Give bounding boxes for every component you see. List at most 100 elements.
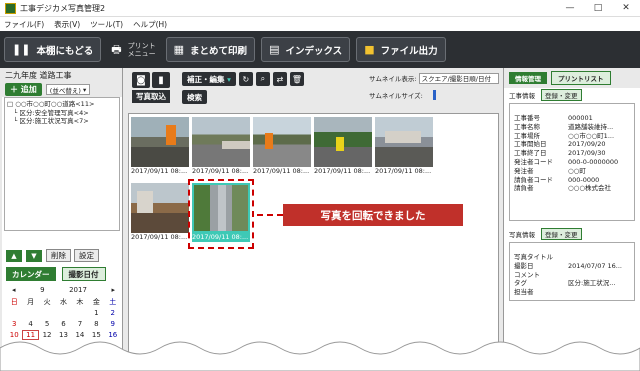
sd-card-icon: ▮ [152, 72, 170, 88]
tree-item-construction[interactable]: └ 区分:施工状況写真<7> [7, 117, 117, 126]
zoom-icon[interactable]: ⌕ [255, 72, 270, 86]
calendar-day[interactable]: 9 [105, 320, 121, 328]
tree-item-safety[interactable]: └ 区分:安全管理写真<4> [7, 109, 117, 118]
move-up-button[interactable]: ▲ [6, 249, 22, 262]
calendar-day[interactable]: 8 [88, 320, 104, 328]
menu-tools[interactable]: ツール(T) [90, 19, 123, 30]
trash-icon[interactable]: 🗑 [289, 72, 304, 86]
import-photos-button[interactable]: ◙ ▮ 写真取込 [128, 72, 174, 108]
settings-button[interactable]: 設定 [74, 249, 99, 262]
search-button[interactable]: 検索 [182, 90, 207, 104]
calendar-week: 1 2 [6, 307, 121, 318]
info-value: 000-0000 [568, 175, 600, 184]
index-button[interactable]: ▤ インデックス [261, 37, 351, 62]
calendar-day[interactable]: 1 [88, 309, 104, 317]
info-row: 写真タイトル [514, 253, 630, 262]
edit-button[interactable]: 補正・編集 ▾ [182, 72, 236, 86]
batch-print-label: まとめて印刷 [190, 45, 248, 57]
tree-item-root[interactable]: □ ○○市○○町○○道路<11> [7, 100, 117, 109]
calendar-day[interactable]: 6 [55, 320, 71, 328]
callout-connector [257, 214, 283, 216]
photo-thumb[interactable]: 2017/09/11 08:... [131, 117, 189, 179]
move-down-button[interactable]: ▼ [26, 249, 42, 262]
back-to-shelf-button[interactable]: ❚❚ 本棚にもどる [4, 37, 102, 62]
tab-info-management[interactable]: 情報管理 [509, 72, 547, 84]
info-row: 撮影日 2014/07/07 16... [514, 262, 630, 271]
photo-caption: 2017/09/11 08:... [375, 167, 432, 175]
rotate-icon[interactable]: ↻ [238, 72, 253, 86]
tab-print-list[interactable]: プリントリスト [551, 71, 611, 85]
menu-file[interactable]: ファイル(F) [4, 19, 44, 30]
info-key: 担当者 [514, 288, 534, 297]
info-row: 工事開始日 2017/09/20 [514, 140, 630, 149]
main-toolbar: ❚❚ 本棚にもどる 🖶 プリント メニュー ▦ まとめて印刷 ▤ インデックス … [0, 31, 640, 68]
selected-photo-thumb[interactable]: 2017/09/11 08:... [188, 179, 254, 249]
info-value: 2014/07/07 16... [568, 261, 622, 270]
calendar-day[interactable]: 3 [6, 320, 22, 328]
sort-select[interactable]: (並べ替え) ▾ [45, 84, 91, 95]
info-value [568, 288, 630, 297]
menu-bar: ファイル(F) 表示(V) ツール(T) ヘルプ(H) [0, 17, 640, 31]
photo-caption: 2017/09/11 08:... [192, 167, 249, 175]
info-value [568, 253, 630, 262]
file-output-label: ファイル出力 [380, 45, 438, 57]
photo-image [375, 117, 433, 167]
info-row: 請負者 ○○○株式会社 [514, 184, 630, 193]
weekday: 木 [76, 297, 84, 306]
maximize-button[interactable]: □ [584, 0, 612, 17]
index-icon: ▤ [269, 43, 280, 56]
print-menu-button[interactable]: 🖶 プリント メニュー [107, 37, 159, 62]
photo-image [131, 183, 189, 233]
calendar-week: 3 4 5 6 7 8 9 [6, 318, 121, 329]
calendar-day[interactable]: 7 [72, 320, 88, 328]
work-info-edit-button[interactable]: 登録・変更 [541, 88, 582, 101]
left-pane: 二九年度 道路工事 ＋ 追加 (並べ替え) ▾ □ ○○市○○町○○道路<11>… [2, 68, 123, 371]
thumb-size-label: サムネイルサイズ: [369, 92, 423, 100]
minimize-button[interactable]: — [556, 0, 584, 17]
photo-thumb[interactable]: 2017/09/11 08:... [375, 117, 433, 179]
calendar-day[interactable]: 2 [105, 309, 121, 317]
right-pane: 情報管理 プリントリスト 工事情報 登録・変更 工事番号 000001 工事名称 道… [503, 68, 640, 371]
weekday: 月 [27, 297, 35, 306]
photo-image [192, 117, 250, 167]
calendar-tab[interactable]: カレンダー [6, 267, 56, 281]
calendar-day[interactable]: 4 [22, 320, 38, 328]
print-menu-label: プリント メニュー [127, 41, 156, 58]
photo-caption: 2017/09/11 08:... [314, 167, 371, 175]
photo-thumb[interactable]: 2017/09/11 08:... [253, 117, 311, 179]
shoot-date-tab[interactable]: 撮影日付 [61, 267, 106, 281]
photo-info-edit-button[interactable]: 登録・変更 [541, 227, 582, 240]
batch-print-button[interactable]: ▦ まとめて印刷 [165, 37, 256, 62]
info-value: 000001 [568, 114, 593, 122]
photo-thumb[interactable]: 2017/09/11 08:... [314, 117, 372, 179]
calendar-weekdays: 日 月 火 水 木 金 土 [6, 296, 121, 307]
menu-view[interactable]: 表示(V) [54, 19, 80, 30]
prev-month-icon[interactable]: ◂ [12, 286, 16, 294]
thumb-size-slider[interactable] [432, 90, 436, 100]
back-label: 本棚にもどる [36, 45, 94, 57]
info-value: 2017/09/20 [568, 140, 606, 149]
info-key: 工事終了日 [514, 149, 547, 158]
printer-icon: 🖶 [111, 42, 122, 56]
main-area: 二九年度 道路工事 ＋ 追加 (並べ替え) ▾ □ ○○市○○町○○道路<11>… [0, 68, 640, 371]
photo-image [192, 183, 250, 233]
rotate-success-callout: 写真を回転できました [283, 204, 463, 226]
next-month-icon[interactable]: ▸ [111, 286, 115, 294]
file-output-button[interactable]: ■ ファイル出力 [356, 37, 446, 62]
info-key: 発注者 [514, 166, 534, 175]
info-key: 写真タイトル [514, 253, 553, 261]
photo-info-heading: 写真情報 [509, 230, 535, 239]
work-info-heading: 工事情報 [509, 91, 535, 100]
menu-help[interactable]: ヘルプ(H) [133, 19, 167, 30]
swap-icon[interactable]: ⇄ [272, 72, 287, 86]
info-value [568, 271, 630, 280]
photo-thumb[interactable]: 2017/09/11 08:... [131, 183, 189, 245]
add-button[interactable]: ＋ 追加 [5, 83, 42, 96]
window-title: 工事デジカメ写真管理2 [20, 3, 106, 13]
close-button[interactable]: ✕ [612, 0, 640, 17]
thumb-display-select[interactable]: スクエア/撮影日順/日付 [418, 72, 499, 84]
photo-thumb[interactable]: 2017/09/11 08:... [192, 117, 250, 179]
photo-caption: 2017/09/11 08:... [131, 233, 188, 241]
delete-button[interactable]: 削除 [46, 249, 71, 262]
calendar-day[interactable]: 5 [39, 320, 55, 328]
